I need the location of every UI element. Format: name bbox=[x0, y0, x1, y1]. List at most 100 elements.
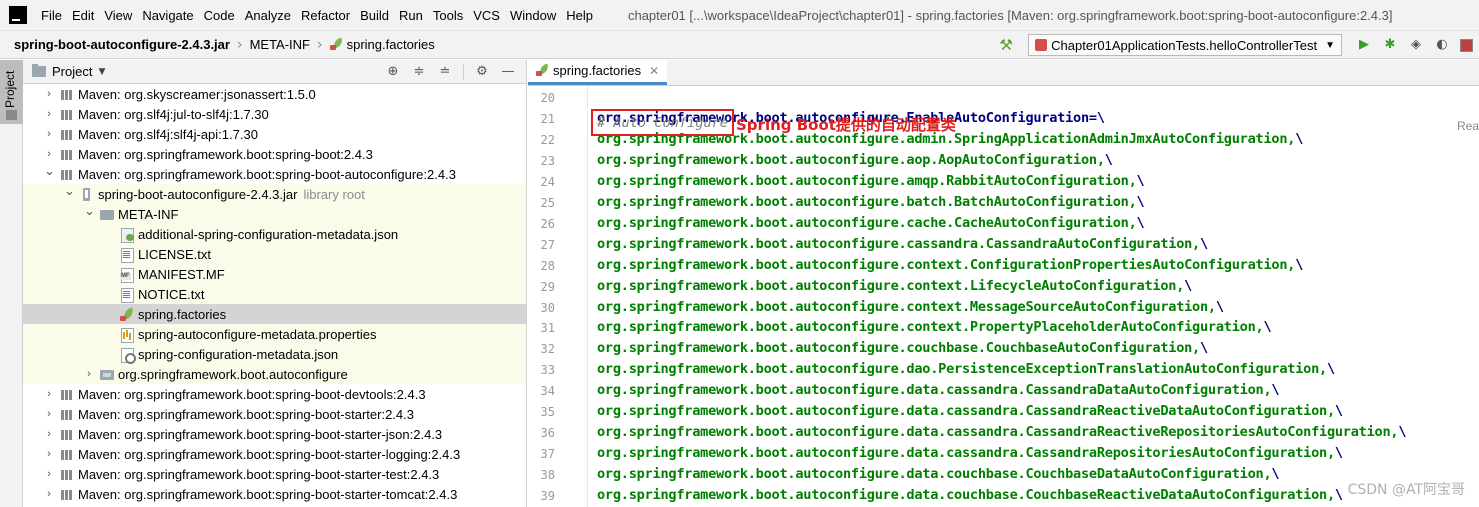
tree-item-label: Maven: org.springframework.boot:spring-b… bbox=[78, 486, 458, 502]
tree-item-label: org.springframework.boot.autoconfigure bbox=[118, 366, 348, 382]
tree-item[interactable]: ⌄ META-INF bbox=[23, 204, 526, 224]
editor-tab-spring-factories[interactable]: spring.factories ✕ bbox=[528, 60, 668, 85]
code-line: org.springframework.boot.autoconfigure.c… bbox=[597, 215, 1145, 231]
menu-item-tools[interactable]: Tools bbox=[428, 8, 468, 23]
line-number: 37 bbox=[540, 447, 555, 462]
tree-item[interactable]: › Maven: org.springframework.boot:spring-… bbox=[23, 144, 526, 164]
menu-item-refactor[interactable]: Refactor bbox=[296, 8, 355, 23]
project-tool-tab[interactable]: Project bbox=[0, 60, 23, 124]
menu-item-edit[interactable]: Edit bbox=[67, 8, 99, 23]
breadcrumb-meta-inf[interactable]: META-INF bbox=[250, 37, 310, 52]
breadcrumb-jar[interactable]: spring-boot-autoconfigure-2.4.3.jar bbox=[14, 37, 230, 52]
tree-item[interactable]: › Maven: org.springframework.boot:spring-… bbox=[23, 484, 526, 504]
text-file-icon bbox=[120, 287, 134, 303]
property-value: org.springframework.boot.autoconfigure.c… bbox=[597, 235, 1200, 252]
line-number: 23 bbox=[540, 153, 555, 168]
menu-item-view[interactable]: View bbox=[99, 8, 137, 23]
chevron-down-icon[interactable]: ⌄ bbox=[84, 204, 95, 217]
menu-item-navigate[interactable]: Navigate bbox=[137, 8, 198, 23]
tree-item[interactable]: › org.springframework.boot.autoconfigure bbox=[23, 364, 526, 384]
tree-item-label: Maven: org.slf4j:slf4j-api:1.7.30 bbox=[78, 126, 258, 142]
reader-mode-hint[interactable]: Rea bbox=[1457, 119, 1479, 133]
chevron-right-icon[interactable]: › bbox=[44, 448, 54, 460]
tree-item[interactable]: ⌄ Maven: org.springframework.boot:spring-… bbox=[23, 164, 526, 184]
debug-bug-icon[interactable]: ✱ bbox=[1382, 37, 1398, 53]
run-configuration-selector[interactable]: Chapter01ApplicationTests.helloControlle… bbox=[1028, 34, 1342, 56]
line-continuation: \ bbox=[1263, 319, 1272, 336]
line-number: 32 bbox=[540, 342, 555, 357]
hide-panel-icon[interactable]: — bbox=[500, 64, 516, 80]
chevron-right-icon[interactable]: › bbox=[44, 488, 54, 500]
tree-item[interactable]: › Maven: org.springframework.boot:spring-… bbox=[23, 404, 526, 424]
chevron-right-icon[interactable]: › bbox=[84, 368, 94, 380]
tree-item[interactable]: ›spring-configuration-metadata.json bbox=[23, 344, 526, 364]
close-icon[interactable]: ✕ bbox=[649, 64, 659, 78]
tree-item-label: META-INF bbox=[118, 206, 179, 222]
chevron-right-icon[interactable]: › bbox=[44, 408, 54, 420]
tree-item[interactable]: ›NOTICE.txt bbox=[23, 284, 526, 304]
menu-item-window[interactable]: Window bbox=[505, 8, 561, 23]
tree-item[interactable]: › Maven: org.skyscreamer:jsonassert:1.5.0 bbox=[23, 84, 526, 104]
tree-item[interactable]: ›additional-spring-configuration-metadat… bbox=[23, 224, 526, 244]
code-editor[interactable]: 20 21 22 23 24 25 26 27 28 29 30 31 32 33 34 35 36 37 38 39… bbox=[528, 86, 1479, 507]
editor-area: spring.factories ✕ 20 21 22 23 24 25 26 27 28 29 3… bbox=[528, 60, 1479, 507]
chevron-down-icon[interactable]: ▼ bbox=[98, 67, 105, 77]
expand-all-icon[interactable]: ≑ bbox=[411, 64, 427, 80]
menu-item-file[interactable]: File bbox=[36, 8, 67, 23]
chevron-right-icon[interactable]: › bbox=[44, 428, 54, 440]
properties-file-icon bbox=[120, 327, 134, 343]
chevron-right-icon[interactable]: › bbox=[44, 148, 54, 160]
gear-icon[interactable]: ⚙ bbox=[474, 64, 490, 80]
code-line: org.springframework.boot.autoconfigure.c… bbox=[597, 299, 1224, 315]
tree-item[interactable]: › Maven: org.springframework.boot:spring-… bbox=[23, 424, 526, 444]
chevron-down-icon[interactable]: ⌄ bbox=[44, 164, 55, 177]
tree-item[interactable]: ›spring-autoconfigure-metadata.propertie… bbox=[23, 324, 526, 344]
config-json-icon bbox=[120, 347, 136, 364]
tree-item[interactable]: › Maven: org.springframework.boot:spring-… bbox=[23, 464, 526, 484]
chevron-right-icon[interactable]: › bbox=[44, 128, 54, 140]
menu-item-analyze[interactable]: Analyze bbox=[240, 8, 296, 23]
chevron-right-icon[interactable]: › bbox=[44, 108, 54, 120]
line-continuation: \ bbox=[1104, 151, 1113, 168]
collapse-all-icon[interactable]: ≐ bbox=[437, 64, 453, 80]
coverage-icon[interactable]: ◈ bbox=[1408, 37, 1424, 53]
tree-item[interactable]: ›MANIFEST.MF bbox=[23, 264, 526, 284]
library-icon bbox=[60, 148, 74, 161]
menu-item-run[interactable]: Run bbox=[394, 8, 428, 23]
breadcrumb-spring-factories[interactable]: spring.factories bbox=[329, 37, 435, 52]
profile-icon[interactable]: ◐ bbox=[1434, 37, 1450, 53]
tree-item[interactable]: › Maven: org.springframework.boot:spring-… bbox=[23, 444, 526, 464]
chevron-right-icon[interactable]: › bbox=[44, 388, 54, 400]
project-panel-header: Project ▼ ⊕ ≑ ≐ ⚙ — bbox=[23, 60, 526, 84]
tree-item[interactable]: ⌄ spring-boot-autoconfigure-2.4.3.jar libr… bbox=[23, 184, 526, 204]
code-line: org.springframework.boot.autoconfigure.d… bbox=[597, 445, 1343, 461]
menu-item-help[interactable]: Help bbox=[561, 8, 598, 23]
locate-target-icon[interactable]: ⊕ bbox=[385, 64, 401, 80]
line-continuation: \ bbox=[1295, 256, 1304, 273]
tree-item[interactable]: ›spring.factories bbox=[23, 304, 526, 324]
tree-item[interactable]: ›LICENSE.txt bbox=[23, 244, 526, 264]
chevron-right-icon[interactable]: › bbox=[44, 468, 54, 480]
line-number: 33 bbox=[540, 363, 555, 378]
menu-item-vcs[interactable]: VCS bbox=[468, 8, 505, 23]
line-continuation: \ bbox=[1136, 172, 1145, 189]
chevron-down-icon[interactable]: ⌄ bbox=[64, 184, 75, 197]
tree-item[interactable]: › Maven: org.slf4j:jul-to-slf4j:1.7.30 bbox=[23, 104, 526, 124]
tree-item[interactable]: › Maven: org.slf4j:slf4j-api:1.7.30 bbox=[23, 124, 526, 144]
code-line: org.springframework.boot.autoconfigure.c… bbox=[597, 278, 1192, 294]
menu-item-code[interactable]: Code bbox=[199, 8, 240, 23]
chevron-right-icon[interactable]: › bbox=[44, 88, 54, 100]
menu-item-build[interactable]: Build bbox=[355, 8, 394, 23]
manifest-file-icon bbox=[120, 267, 134, 283]
project-panel-title[interactable]: Project bbox=[52, 64, 92, 79]
intellij-logo-icon bbox=[9, 6, 27, 24]
line-number: 26 bbox=[540, 216, 555, 231]
stop-icon[interactable] bbox=[1460, 38, 1473, 52]
build-hammer-icon[interactable]: ⚒ bbox=[998, 37, 1014, 53]
code-line: org.springframework.boot.autoconfigure.a… bbox=[597, 152, 1113, 168]
run-icon[interactable]: ▶ bbox=[1356, 37, 1372, 53]
editor-tab-bar: spring.factories ✕ bbox=[528, 60, 1479, 86]
tree-item[interactable]: › Maven: org.springframework.boot:spring-… bbox=[23, 384, 526, 404]
code-line: org.springframework.boot.autoconfigure.d… bbox=[597, 382, 1280, 398]
json-file-icon bbox=[120, 227, 134, 243]
